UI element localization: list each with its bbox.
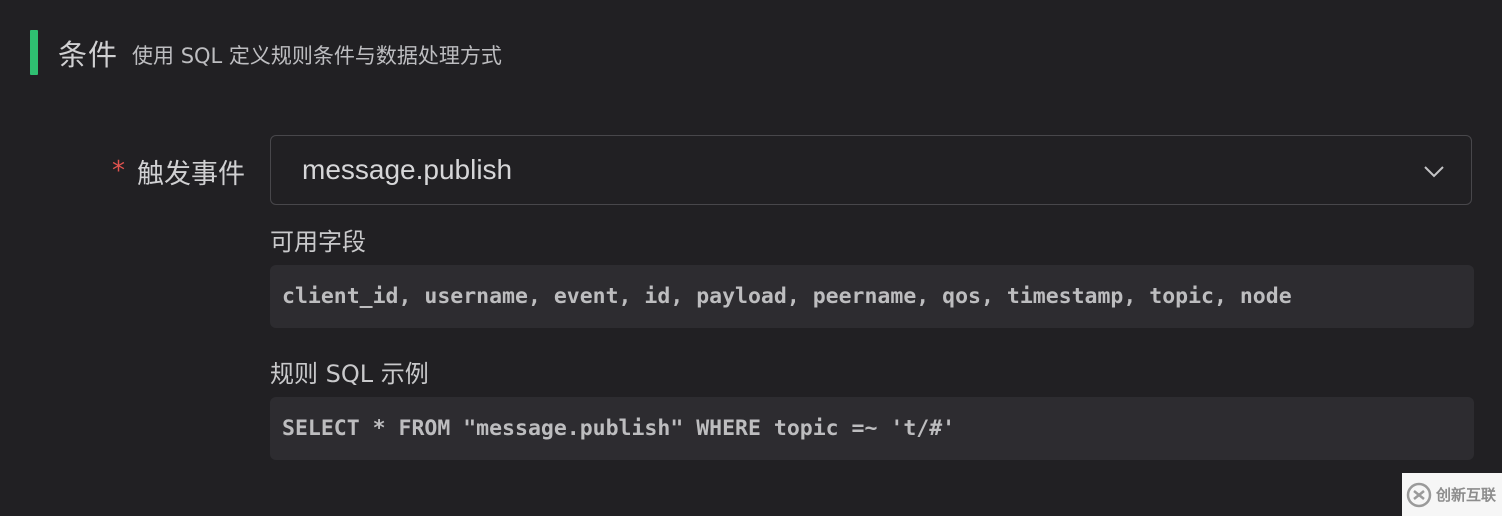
required-mark: * bbox=[112, 156, 125, 186]
available-fields-caption: 可用字段 bbox=[270, 228, 366, 256]
section-header: 条件 使用 SQL 定义规则条件与数据处理方式 bbox=[30, 30, 502, 75]
watermark-text: 创新互联 bbox=[1436, 486, 1497, 504]
watermark: 创新互联 bbox=[1402, 473, 1502, 516]
trigger-event-selected-value: message.publish bbox=[302, 154, 513, 185]
sql-example-caption: 规则 SQL 示例 bbox=[270, 360, 429, 388]
chevron-down-icon bbox=[1424, 166, 1444, 178]
section-title: 条件 bbox=[58, 37, 119, 72]
trigger-event-label: * 触发事件 bbox=[112, 135, 245, 207]
section-description: 使用 SQL 定义规则条件与数据处理方式 bbox=[132, 43, 502, 68]
section-accent-bar bbox=[30, 30, 38, 75]
logo-icon bbox=[1406, 482, 1432, 507]
available-fields-code: client_id, username, event, id, payload,… bbox=[270, 265, 1474, 328]
rule-condition-panel: 条件 使用 SQL 定义规则条件与数据处理方式 * 触发事件 message.p… bbox=[0, 0, 1502, 516]
sql-example-code: SELECT * FROM "message.publish" WHERE to… bbox=[270, 397, 1474, 460]
trigger-event-label-text: 触发事件 bbox=[137, 158, 245, 190]
trigger-event-select[interactable]: message.publish bbox=[270, 135, 1472, 205]
